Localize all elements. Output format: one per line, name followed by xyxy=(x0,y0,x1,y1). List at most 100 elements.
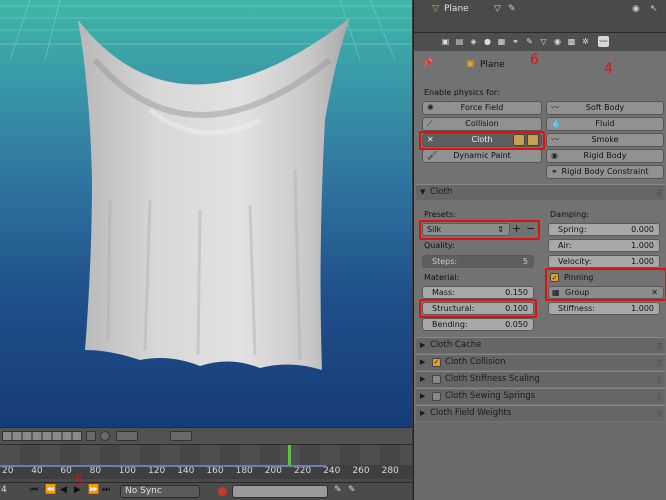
cloth-sewing-springs-panel[interactable]: ▶ Cloth Sewing Springs ⠿ xyxy=(416,388,665,404)
mass-field[interactable]: Mass: 0.150 xyxy=(422,286,534,299)
smoke-icon: 〰 xyxy=(551,135,559,144)
drag-handle-icon[interactable]: ⠿ xyxy=(656,356,662,371)
eye-icon[interactable]: ◉ xyxy=(632,4,640,14)
render-tab-icon[interactable]: ▣ xyxy=(440,36,451,47)
cloth-collision-panel[interactable]: ▶ ✓ Cloth Collision ⠿ xyxy=(416,354,665,370)
timeline-ruler[interactable]: 20 40 60 80 100 120 140 160 180 200 220 240 260 280 xyxy=(0,465,412,479)
cloth-stiffness-scaling-panel[interactable]: ▶ Cloth Stiffness Scaling ⠿ xyxy=(416,371,665,387)
rigid-body-button[interactable]: ◉ Rigid Body xyxy=(546,149,664,163)
drag-handle-icon[interactable]: ⠿ xyxy=(656,373,662,388)
timeline-tick-label: 60 xyxy=(60,466,72,476)
play-reverse-icon[interactable]: ◀ xyxy=(60,485,67,495)
dynamic-paint-button[interactable]: 🖌 Dynamic Paint xyxy=(422,149,542,163)
spring-field[interactable]: Spring: 0.000 xyxy=(548,223,660,236)
soft-body-button[interactable]: 〰 Soft Body xyxy=(546,101,664,115)
world-tab-icon[interactable]: ● xyxy=(482,36,493,47)
wrench-icon[interactable]: ✎ xyxy=(508,4,516,14)
keying-set-field[interactable] xyxy=(232,485,328,498)
object-cube-icon: ▣ xyxy=(466,59,475,69)
render-icon[interactable] xyxy=(170,431,192,441)
cloth-field-weights-panel[interactable]: ▶ Cloth Field Weights ⠿ xyxy=(416,405,665,421)
collapsed-icon: ▶ xyxy=(420,375,426,383)
keyframe-insert-icon[interactable]: ✎ xyxy=(334,485,342,495)
drag-handle-icon[interactable]: ⠿ xyxy=(656,186,662,201)
prev-key-icon[interactable]: ⏪ xyxy=(45,485,56,495)
material-label: Material: xyxy=(424,273,460,282)
snap-icon[interactable] xyxy=(86,431,96,441)
timeline-tick-label: 100 xyxy=(118,466,136,476)
manipulator-icon[interactable] xyxy=(116,431,138,441)
force-field-button[interactable]: ✺ Force Field xyxy=(422,101,542,115)
damping-label: Damping: xyxy=(550,210,589,219)
particles-tab-icon[interactable]: ✲ xyxy=(580,36,591,47)
collision-check-icon[interactable]: ✓ xyxy=(432,358,441,367)
callout-6: 6 xyxy=(530,52,539,68)
layer-grid-icon[interactable] xyxy=(2,431,82,441)
presets-highlight xyxy=(419,220,540,240)
pin-icon[interactable]: 📌 xyxy=(422,59,433,69)
render-layers-tab-icon[interactable]: ▤ xyxy=(454,36,465,47)
cloth-cache-panel[interactable]: ▶ Cloth Cache ⠿ xyxy=(416,337,665,353)
3d-viewport[interactable]: 4 xyxy=(0,0,412,427)
proportional-edit-icon[interactable] xyxy=(100,431,110,441)
collision-icon: ⟋ xyxy=(427,119,433,128)
timeline[interactable]: 20 40 60 80 100 120 140 160 180 200 220 240 260 280 xyxy=(0,444,412,482)
jump-start-icon[interactable]: ⏮ xyxy=(30,485,38,495)
next-key-icon[interactable]: ⏩ xyxy=(88,485,99,495)
drag-handle-icon[interactable]: ⠿ xyxy=(656,339,662,354)
sewing-springs-check-icon[interactable] xyxy=(432,392,441,401)
context-object-name: Plane xyxy=(480,60,505,70)
timeline-tick-label: 220 xyxy=(294,466,312,476)
force-field-icon: ✺ xyxy=(427,103,434,112)
smoke-button[interactable]: 〰 Smoke xyxy=(546,133,664,147)
timeline-playhead[interactable] xyxy=(288,445,291,465)
range-bar xyxy=(0,465,326,467)
cloth-highlight xyxy=(419,131,545,150)
dynamic-paint-icon: 🖌 xyxy=(427,151,438,160)
pointer-icon[interactable]: ↖ xyxy=(650,4,658,14)
frame-field[interactable]: 4 xyxy=(1,485,7,495)
outliner-object-name[interactable]: Plane xyxy=(444,4,469,14)
keyframe-delete-icon[interactable]: ✎ xyxy=(348,485,356,495)
rigid-body-constraint-icon: ⚭ xyxy=(551,167,558,176)
air-field[interactable]: Air: 1.000 xyxy=(548,239,660,252)
fluid-icon: 💧 xyxy=(551,119,561,128)
object-tab-icon[interactable]: ▦ xyxy=(496,36,507,47)
fluid-button[interactable]: 💧 Fluid xyxy=(546,117,664,131)
material-tab-icon[interactable]: ◉ xyxy=(552,36,563,47)
drag-handle-icon[interactable]: ⠿ xyxy=(656,407,662,422)
timeline-tick-label: 160 xyxy=(206,466,224,476)
rigid-body-icon: ◉ xyxy=(551,151,558,160)
jump-end-icon[interactable]: ⏭ xyxy=(102,485,110,495)
modifiers-tab-icon[interactable]: ✎ xyxy=(524,36,535,47)
cloth-mesh xyxy=(78,18,350,370)
physics-tab-icon[interactable]: 〰 xyxy=(598,36,609,47)
collision-button[interactable]: ⟋ Collision xyxy=(422,117,542,131)
record-icon[interactable] xyxy=(218,487,227,496)
timeline-tick-label: 200 xyxy=(264,466,282,476)
stiffness-field[interactable]: Stiffness: 1.000 xyxy=(548,302,660,315)
modifier-icon[interactable]: ▽ xyxy=(494,4,501,14)
drag-handle-icon[interactable]: ⠿ xyxy=(656,390,662,405)
sync-dropdown[interactable]: No Sync xyxy=(120,485,200,498)
timeline-keyframes-area[interactable] xyxy=(0,445,412,465)
velocity-field[interactable]: Velocity: 1.000 xyxy=(548,255,660,268)
scene-tab-icon[interactable]: ◈ xyxy=(468,36,479,47)
context-row: 📌 ▣ Plane 6 4 xyxy=(414,51,666,79)
properties-empty-area xyxy=(414,422,666,500)
steps-field[interactable]: Steps: 5 xyxy=(422,255,534,268)
presets-label: Presets: xyxy=(424,210,456,219)
collapsed-icon: ▶ xyxy=(420,358,426,366)
rigid-body-constraint-button[interactable]: ⚭ Rigid Body Constraint xyxy=(546,165,664,179)
properties-tabs: ▣ ▤ ◈ ● ▦ ⚭ ✎ ▽ ◉ ▩ ✲ 〰 xyxy=(414,33,666,51)
constraints-tab-icon[interactable]: ⚭ xyxy=(510,36,521,47)
viewport-scene xyxy=(0,0,412,370)
data-tab-icon[interactable]: ▽ xyxy=(538,36,549,47)
timeline-tick-label: 240 xyxy=(323,466,341,476)
soft-body-icon: 〰 xyxy=(551,103,559,112)
texture-tab-icon[interactable]: ▩ xyxy=(566,36,577,47)
cloth-panel-header[interactable]: ▼ Cloth ⠿ xyxy=(416,184,665,200)
bending-field[interactable]: Bending: 0.050 xyxy=(422,318,534,331)
pinning-highlight xyxy=(545,268,666,301)
stiffness-scaling-check-icon[interactable] xyxy=(432,375,441,384)
